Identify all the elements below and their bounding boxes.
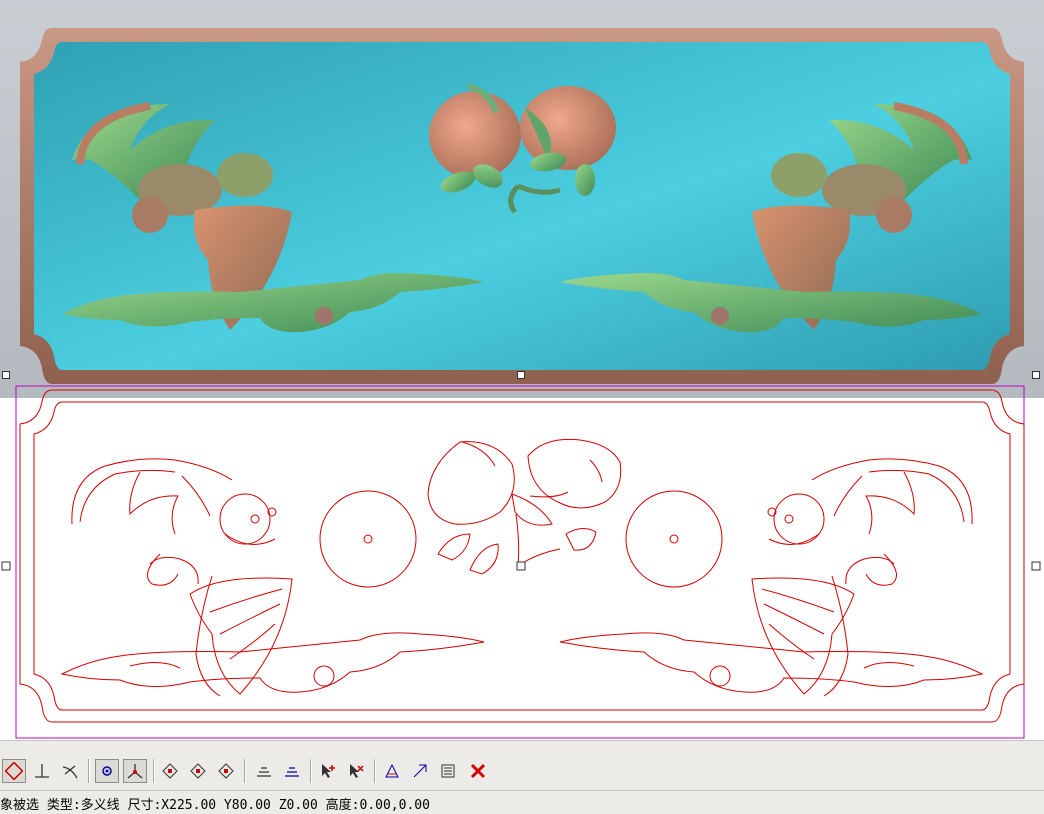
snap-perpendicular-button[interactable] <box>30 759 54 783</box>
vector-left-bat <box>71 458 293 697</box>
intersection-icon <box>127 764 143 779</box>
transform-icon <box>413 764 427 778</box>
vector-circle-left <box>319 490 417 588</box>
toolbar-separator <box>374 759 376 783</box>
snap-center-button[interactable] <box>95 759 119 783</box>
transform-button-2[interactable] <box>408 759 432 783</box>
properties-button[interactable] <box>436 759 460 783</box>
center-snap-icon <box>102 766 112 776</box>
node-edit-button-3[interactable] <box>214 759 238 783</box>
toolbar-separator <box>153 759 155 783</box>
drawing-viewport[interactable] <box>0 0 1044 740</box>
status-text: 象被选 类型:多义线 尺寸:X225.00 Y80.00 Z0.00 高度:0.… <box>0 798 430 813</box>
node-edit-button-2[interactable] <box>186 759 210 783</box>
transform-icon <box>385 763 399 778</box>
selection-handle-top-right[interactable] <box>1032 371 1040 379</box>
toolbar-separator <box>310 759 312 783</box>
vector-right-bat <box>751 458 973 697</box>
select-add-button[interactable] <box>316 759 340 783</box>
toolbar-separator <box>244 759 246 783</box>
cursor-minus-icon <box>350 764 364 778</box>
vector-frame-outer <box>19 389 1025 723</box>
layers-icon <box>257 767 271 777</box>
select-remove-button[interactable] <box>344 759 368 783</box>
diamond-node-icon <box>218 763 234 779</box>
selection-handle-top-left[interactable] <box>2 371 10 379</box>
selection-handle-top-mid[interactable] <box>517 371 525 379</box>
list-icon <box>441 764 455 778</box>
layer-button-2[interactable] <box>280 759 304 783</box>
snap-tangent-button[interactable] <box>58 759 82 783</box>
vector-frame-inner <box>33 401 1011 711</box>
perpendicular-icon <box>35 764 49 778</box>
node-edit-button-1[interactable] <box>158 759 182 783</box>
relief-panel-svg <box>20 28 1024 384</box>
node-snap-icon <box>5 762 23 780</box>
relief-render-view[interactable] <box>0 0 1044 398</box>
layers-icon <box>285 767 299 777</box>
vector-right-cloud <box>559 632 984 693</box>
status-bar: 象被选 类型:多义线 尺寸:X225.00 Y80.00 Z0.00 高度:0.… <box>0 790 1044 814</box>
selection-handle-right[interactable] <box>1031 561 1041 571</box>
layer-button-1[interactable] <box>252 759 276 783</box>
snap-toolbar <box>0 740 1044 790</box>
selection-handle-left[interactable] <box>1 561 11 571</box>
vector-left-cloud <box>60 632 485 693</box>
vector-circle-right <box>625 490 723 588</box>
cursor-plus-icon <box>322 764 335 778</box>
selection-handle-center[interactable] <box>516 561 526 571</box>
transform-button-1[interactable] <box>380 759 404 783</box>
diamond-node-icon <box>162 763 178 779</box>
diamond-node-icon <box>190 763 206 779</box>
snap-intersection-button[interactable] <box>123 759 147 783</box>
delete-button[interactable] <box>466 759 490 783</box>
vector-drawing-svg[interactable] <box>0 384 1044 740</box>
toolbar-separator <box>88 759 90 783</box>
close-icon <box>470 763 486 779</box>
vector-peaches <box>427 438 622 575</box>
tangent-icon <box>62 765 78 779</box>
snap-node-button[interactable] <box>2 759 26 783</box>
